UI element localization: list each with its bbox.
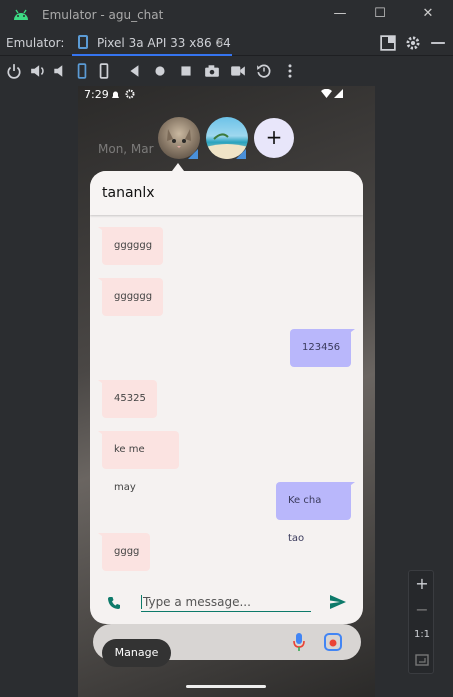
hide-icon[interactable]	[430, 35, 446, 51]
device-toolbar	[0, 57, 453, 85]
window-title: Emulator - agu_chat	[42, 8, 164, 22]
overview-icon[interactable]	[178, 63, 194, 79]
bubble-tail-icon	[98, 227, 106, 233]
send-icon[interactable]	[330, 595, 346, 609]
message-bubble: 123456	[290, 329, 351, 367]
signal-icon	[334, 89, 343, 98]
phone-icon	[78, 35, 88, 49]
settings-icon[interactable]	[405, 35, 421, 51]
lens-icon[interactable]	[324, 633, 342, 651]
chat-header: tananlx	[90, 171, 363, 215]
message-input-placeholder: Type a message...	[143, 595, 251, 609]
message-bubble: ke me may	[102, 431, 179, 493]
message-bubble: gggg	[102, 533, 150, 571]
bubble-tail-icon	[347, 482, 355, 488]
power-icon[interactable]	[6, 63, 22, 79]
bubble-tail-icon	[98, 278, 106, 284]
fit-screen-icon[interactable]	[415, 654, 429, 666]
message-bubble: Ke cha tao	[276, 482, 351, 544]
window-title-bar: Emulator - agu_chat — ☐ ✕	[0, 0, 453, 30]
minimize-button[interactable]: —	[332, 6, 348, 22]
more-icon[interactable]	[282, 63, 298, 79]
zoom-controls: + − 1:1	[408, 570, 434, 674]
phone-screen[interactable]: Mon, Mar 7:29 + tananlx gggggg gggggg 12…	[78, 86, 375, 697]
bubble-tail-icon	[98, 533, 106, 539]
message-bubble: 45325	[102, 380, 157, 418]
bubble-tail-icon	[347, 329, 355, 335]
screenshot-icon[interactable]	[204, 63, 220, 79]
navigation-handle[interactable]	[186, 685, 266, 688]
settings-status-icon	[125, 89, 135, 99]
layout-icon[interactable]	[380, 35, 396, 51]
chat-window: tananlx gggggg gggggg 123456 45325 ke me…	[90, 171, 363, 624]
tab-title: Pixel 3a API 33 x86 64	[97, 36, 231, 50]
close-window-button[interactable]: ✕	[420, 6, 436, 22]
chat-badge-icon	[188, 149, 198, 159]
status-bar: 7:29	[78, 86, 375, 104]
zoom-in-button[interactable]: +	[409, 574, 435, 593]
message-bubble: gggggg	[102, 278, 163, 316]
volume-down-icon[interactable]	[52, 63, 68, 79]
rotate-left-icon[interactable]	[74, 63, 90, 79]
message-bubble: gggggg	[102, 227, 163, 265]
tab-close-icon[interactable]: ×	[215, 35, 225, 49]
wifi-icon	[321, 89, 332, 98]
phone-call-icon[interactable]	[107, 596, 121, 610]
chat-title: tananlx	[102, 185, 155, 201]
emulator-tab-bar: Emulator: Pixel 3a API 33 x86 64 ×	[0, 30, 453, 56]
microphone-icon[interactable]	[293, 633, 305, 651]
chat-badge-icon	[236, 149, 246, 159]
android-icon	[14, 9, 28, 20]
bubble-tail-icon	[98, 431, 106, 437]
back-icon[interactable]	[127, 63, 143, 79]
notification-icon	[112, 91, 119, 98]
emulator-label: Emulator:	[6, 36, 65, 50]
bubble-tail-icon	[98, 380, 106, 386]
volume-up-icon[interactable]	[30, 63, 46, 79]
add-chat-bubble-button[interactable]: +	[254, 118, 294, 158]
zoom-out-button[interactable]: −	[409, 600, 435, 619]
wallpaper-date: Mon, Mar	[98, 142, 154, 156]
home-icon[interactable]	[152, 63, 168, 79]
screen-record-icon[interactable]	[230, 63, 246, 79]
manage-bubbles-button[interactable]: Manage	[102, 639, 171, 667]
maximize-button[interactable]: ☐	[372, 6, 388, 22]
tab-pixel-3a[interactable]: Pixel 3a API 33 x86 64 ×	[72, 30, 232, 56]
snapshot-icon[interactable]	[256, 63, 272, 79]
message-input[interactable]: Type a message...	[141, 593, 311, 612]
text-cursor	[141, 595, 142, 609]
status-time: 7:29	[84, 88, 109, 101]
zoom-actual-size-button[interactable]: 1:1	[409, 629, 435, 640]
bubble-pointer-icon	[172, 163, 184, 171]
rotate-right-icon[interactable]	[96, 63, 112, 79]
